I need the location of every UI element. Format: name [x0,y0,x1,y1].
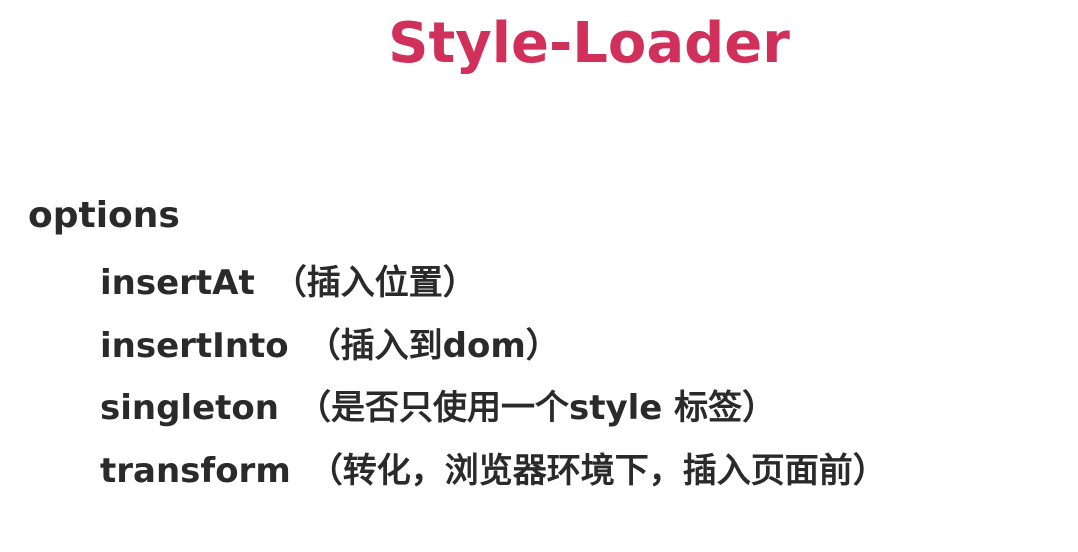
option-key: insertAt [100,263,255,303]
option-key: insertInto [100,325,289,366]
option-key: transform [100,450,291,491]
options-list: insertAt （插入位置） insertInto （插入到dom） single… [100,252,887,502]
slide-title: Style-Loader [388,11,790,76]
section-label-options: options [28,195,180,236]
option-desc: （是否只使用一个style 标签） [296,388,777,428]
slide: Style-Loader options insertAt （插入位置） inse… [0,0,1078,552]
option-item-transform: transform （转化，浏览器环境下，插入页面前） [100,440,887,503]
option-desc: （插入位置） [272,263,477,303]
option-key: singleton [100,388,279,428]
option-desc: （转化，浏览器环境下，插入页面前） [308,450,887,491]
option-desc: （插入到dom） [306,325,560,366]
option-item-insertat: insertAt （插入位置） [100,252,887,315]
option-item-insertinto: insertInto （插入到dom） [100,315,887,378]
option-item-singleton: singleton （是否只使用一个style 标签） [100,377,887,440]
